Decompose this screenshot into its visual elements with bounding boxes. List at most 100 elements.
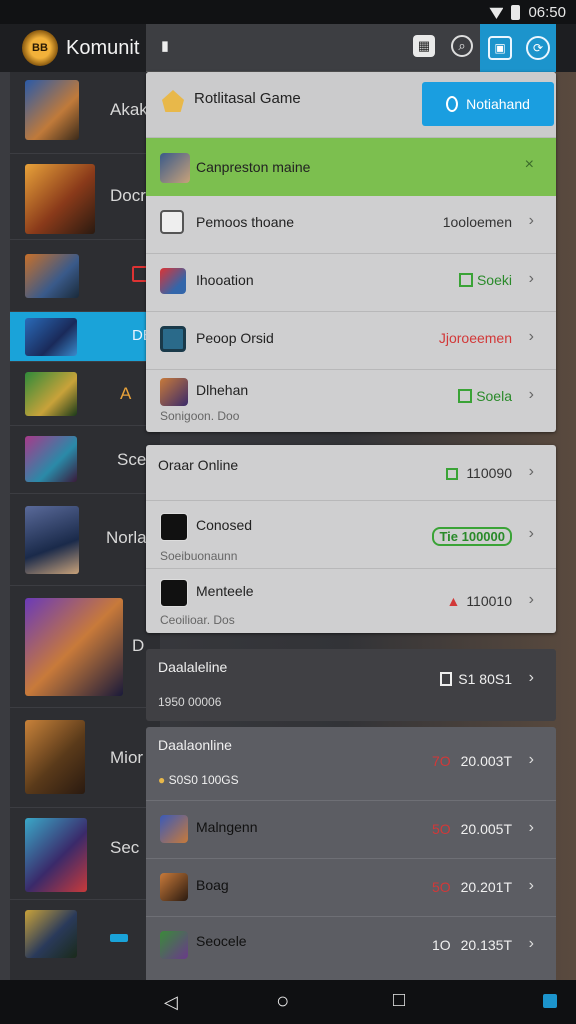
lock-icon: ▲: [446, 593, 461, 609]
game-title: D: [132, 636, 145, 655]
game-list-item[interactable]: D: [10, 586, 160, 708]
notification-thumb: [160, 153, 190, 183]
chevron-right-icon: ›: [528, 935, 534, 952]
row-label: Menteele: [196, 583, 254, 599]
home-icon[interactable]: ○: [276, 988, 289, 1014]
grid-icon[interactable]: ▦: [413, 35, 435, 57]
stats-row[interactable]: Boag 5O 20.201T ›: [146, 859, 556, 917]
game-title: Sce: [117, 450, 147, 469]
notify-button-label: Notiahand: [466, 96, 530, 112]
back-icon[interactable]: ◁: [164, 992, 178, 1013]
value-prefix: 1O: [431, 937, 451, 953]
row-value: 5O 20.201T: [432, 879, 512, 895]
check-icon: [458, 273, 473, 287]
game-list-item[interactable]: Docr: [10, 154, 160, 240]
section-header[interactable]: Daalaonline ● S0S0 100GS 7O 20.003T ›: [146, 727, 556, 801]
game-thumbnail: [25, 372, 77, 416]
game-thumbnail: [25, 506, 79, 574]
avatar-icon: [160, 579, 188, 607]
check-icon: [458, 389, 473, 403]
section-title: Oraar Online: [158, 457, 239, 473]
status-bar: 06:50: [0, 0, 576, 24]
nav-bar: ◁ ○ □: [0, 980, 576, 1024]
game-list-item[interactable]: [10, 240, 160, 312]
section-title: Daalaonline: [158, 737, 232, 753]
card-header: Rotlitasal Game Notiahand: [146, 72, 556, 138]
value-red: 5O: [431, 821, 451, 837]
settings-row[interactable]: Menteele Ceoilioar. Dos ▲ 110010 ›: [146, 569, 556, 633]
settings-row[interactable]: Pemoos thoane 1ooloemen ›: [146, 196, 556, 254]
row-label: Seocele: [196, 933, 247, 949]
row-label: Dlhehan: [196, 382, 249, 398]
notification-label: Canpreston maine: [196, 159, 311, 175]
game-thumbnail: [25, 80, 79, 140]
game-list-item[interactable]: [10, 900, 160, 980]
row-value-text: 20.005T: [460, 821, 512, 837]
game-icon: [160, 378, 188, 406]
section-value-text: S1 80S1: [458, 671, 512, 687]
section-value: 110090: [446, 465, 512, 481]
app-icon: [160, 268, 186, 294]
row-label: Ihooation: [196, 272, 254, 288]
keyboard-icon[interactable]: [543, 994, 557, 1008]
notifications-card: Rotlitasal Game Notiahand Canpreston mai…: [146, 72, 556, 432]
section-title: Daalaleline: [158, 659, 228, 675]
settings-row[interactable]: Peoop Orsid Jjoroeemen ›: [146, 312, 556, 370]
game-icon: [160, 873, 188, 901]
panel-menu-icon[interactable]: ▮: [154, 35, 176, 57]
row-value: 1ooloemen: [442, 214, 512, 230]
row-value: 1O 20.135T: [432, 937, 512, 953]
section-sublabel: ● S0S0 100GS: [158, 773, 239, 787]
chevron-right-icon: ›: [528, 669, 534, 686]
coin-icon: ●: [158, 773, 166, 787]
notify-button[interactable]: Notiahand: [422, 82, 554, 126]
settings-row[interactable]: Conosed Soeibuonaunn Tie 100000 ›: [146, 501, 556, 569]
game-list-item-selected[interactable]: DE: [10, 312, 160, 362]
dark-summary-card[interactable]: Daalaleline 1950 00006 S1 80S1 ›: [146, 649, 556, 721]
game-list-item[interactable]: Sce: [10, 426, 160, 494]
row-value: Tie 100000: [432, 527, 512, 546]
game-list-item[interactable]: Mior: [10, 708, 160, 808]
search-icon[interactable]: ⌕: [451, 35, 473, 57]
game-thumbnail: [25, 598, 123, 696]
section-value-text: 110090: [466, 465, 512, 481]
value-red: 5O: [431, 879, 451, 895]
game-thumbnail: [25, 720, 85, 794]
stats-row[interactable]: Seocele 1O 20.135T ›: [146, 917, 556, 975]
game-icon: [160, 815, 188, 843]
chevron-right-icon: ›: [528, 386, 534, 403]
row-value-text: 110010: [466, 593, 512, 609]
settings-row[interactable]: Ihooation Soeki ›: [146, 254, 556, 312]
clock: 06:50: [528, 3, 566, 21]
row-sublabel: Soeibuonaunn: [160, 549, 238, 563]
notification-banner[interactable]: Canpreston maine ×: [146, 138, 556, 196]
game-title: Akak: [110, 100, 148, 119]
row-value-text: 20.201T: [460, 879, 512, 895]
stats-row[interactable]: Malngenn 5O 20.005T ›: [146, 801, 556, 859]
app-logo-icon[interactable]: BB: [22, 30, 58, 66]
row-label: Peoop Orsid: [196, 330, 274, 346]
game-thumbnail: [25, 318, 77, 356]
game-title: A: [120, 384, 132, 403]
settings-row[interactable]: Dlhehan Sonigoon. Doo Soela ›: [146, 370, 556, 432]
row-value: 5O 20.005T: [432, 821, 512, 837]
row-value-text: 20.135T: [460, 937, 512, 953]
game-list-item[interactable]: Norla: [10, 494, 160, 586]
ring-icon: [446, 96, 459, 112]
recents-icon[interactable]: □: [393, 989, 405, 1012]
game-list-item[interactable]: Akak: [10, 72, 160, 154]
chevron-right-icon: ›: [528, 591, 534, 608]
close-icon[interactable]: ×: [525, 156, 534, 174]
layout-icon: [160, 326, 186, 352]
row-sublabel: Sonigoon. Doo: [160, 409, 240, 423]
chevron-right-icon: ›: [528, 270, 534, 287]
section-header[interactable]: Oraar Online 110090 ›: [146, 445, 556, 501]
refresh-icon[interactable]: ⟳: [526, 36, 550, 60]
chevron-right-icon: ›: [528, 212, 534, 229]
game-thumbnail: [25, 254, 79, 298]
controller-icon[interactable]: ▣: [488, 36, 512, 60]
game-list-item[interactable]: A: [10, 362, 160, 426]
game-thumbnail: [25, 818, 87, 892]
game-list-item[interactable]: Sec: [10, 808, 160, 900]
row-label: Pemoos thoane: [196, 214, 295, 230]
